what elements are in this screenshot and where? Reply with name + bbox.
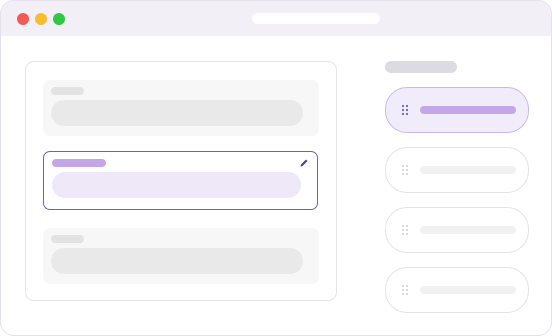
- field-input[interactable]: [52, 172, 301, 198]
- drag-handle-icon[interactable]: [401, 104, 409, 116]
- drag-handle-icon[interactable]: [401, 224, 409, 236]
- sidebar-heading-placeholder: [385, 61, 457, 73]
- sidebar-item[interactable]: [385, 87, 529, 133]
- app-window: [0, 0, 552, 336]
- form-panel: [25, 61, 337, 301]
- field-label-placeholder: [52, 159, 106, 167]
- sidebar-item[interactable]: [385, 267, 529, 313]
- minimize-button[interactable]: [35, 13, 47, 25]
- sidebar-item[interactable]: [385, 207, 529, 253]
- close-button[interactable]: [17, 13, 29, 25]
- title-bar: [1, 1, 551, 36]
- field-input[interactable]: [51, 100, 303, 126]
- item-label-placeholder: [420, 286, 516, 294]
- form-field[interactable]: [43, 80, 319, 136]
- field-label-placeholder: [51, 235, 84, 243]
- item-label-placeholder: [420, 226, 516, 234]
- drag-handle-icon[interactable]: [401, 284, 409, 296]
- field-input[interactable]: [51, 248, 303, 274]
- zoom-button[interactable]: [53, 13, 65, 25]
- item-label-placeholder: [420, 106, 516, 114]
- address-bar[interactable]: [252, 13, 380, 24]
- pencil-icon[interactable]: [299, 158, 309, 168]
- drag-handle-icon[interactable]: [401, 164, 409, 176]
- form-field-active[interactable]: [43, 151, 318, 210]
- sidebar-item[interactable]: [385, 147, 529, 193]
- form-field[interactable]: [43, 228, 319, 284]
- field-label-placeholder: [51, 87, 84, 95]
- item-label-placeholder: [420, 166, 516, 174]
